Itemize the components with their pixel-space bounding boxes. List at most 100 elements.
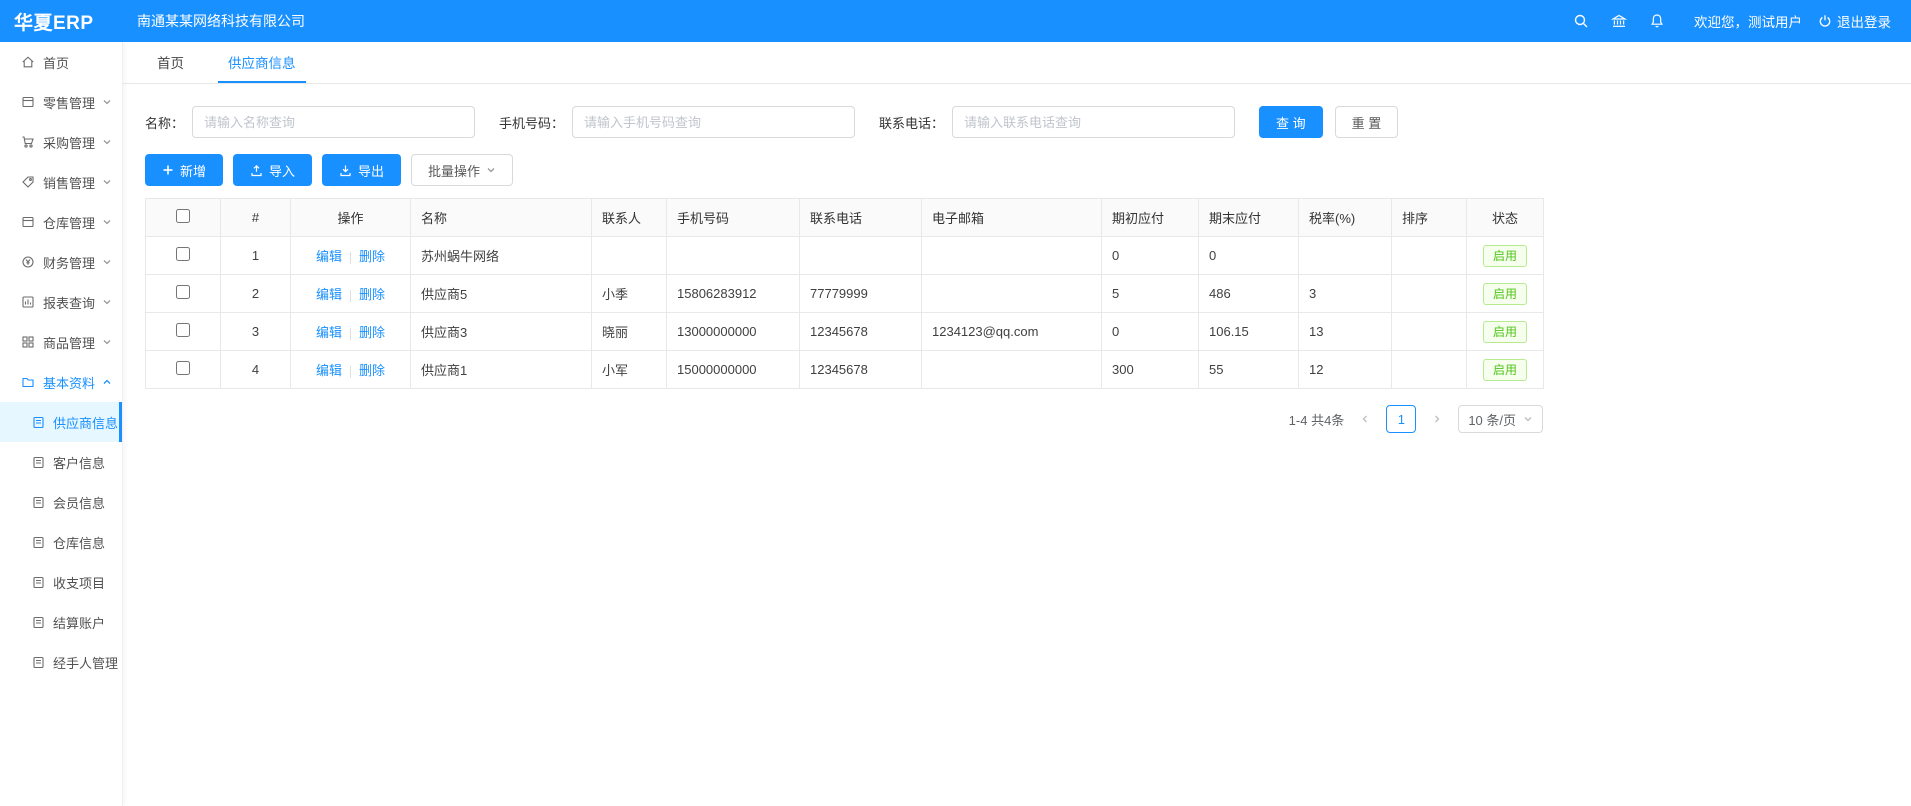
chevron-right-icon [1432, 414, 1442, 424]
row-index: 1 [221, 237, 291, 275]
mobile-filter-input[interactable] [572, 106, 855, 138]
column-header: 联系电话 [800, 199, 922, 237]
chevron-down-icon [102, 97, 112, 107]
chevron-down-icon [102, 137, 112, 147]
sidebar-subitem-account[interactable]: 结算账户 [0, 602, 122, 642]
delete-link[interactable]: 删除 [359, 287, 385, 302]
search-button[interactable]: 查 询 [1259, 106, 1323, 138]
sidebar-subitem-member[interactable]: 会员信息 [0, 482, 122, 522]
sort-cell [1392, 237, 1467, 275]
status-cell: 启用 [1467, 351, 1544, 389]
sidebar-subitem-label: 仓库信息 [53, 533, 105, 552]
sidebar-item-warehouse[interactable]: 仓库管理 [0, 202, 122, 242]
sidebar: 首页零售管理采购管理销售管理仓库管理财务管理报表查询商品管理基本资料供应商信息客… [0, 42, 123, 806]
mobile-filter-group: 手机号码： [499, 106, 855, 138]
row-index: 4 [221, 351, 291, 389]
edit-link[interactable]: 编辑 [316, 325, 342, 340]
action-divider [350, 252, 351, 264]
tab-supplier[interactable]: 供应商信息 [218, 42, 306, 83]
name-filter-label: 名称： [145, 113, 184, 132]
mobile-cell: 15806283912 [667, 275, 800, 313]
row-checkbox[interactable] [176, 247, 190, 261]
top-header: 华夏ERP 南通某某网络科技有限公司 欢迎您，测试用户 退出登录 [0, 0, 1911, 42]
select-all-checkbox[interactable] [176, 209, 190, 223]
name-filter-input[interactable] [192, 106, 475, 138]
telephone-filter-group: 联系电话： [879, 106, 1235, 138]
table-row: 1编辑删除苏州蜗牛网络00启用 [146, 237, 1544, 275]
sidebar-item-home[interactable]: 首页 [0, 42, 122, 82]
sales-icon [21, 175, 35, 189]
organization-icon[interactable] [1600, 0, 1638, 42]
add-button-label: 新增 [180, 161, 206, 180]
end-payable-cell: 55 [1199, 351, 1299, 389]
logout-button[interactable]: 退出登录 [1818, 11, 1891, 31]
sidebar-item-retail[interactable]: 零售管理 [0, 82, 122, 122]
row-checkbox[interactable] [176, 323, 190, 337]
email-cell [922, 237, 1102, 275]
sidebar-subitem-inout-item[interactable]: 收支项目 [0, 562, 122, 602]
telephone-filter-input[interactable] [952, 106, 1235, 138]
warehouse-icon [21, 215, 35, 229]
reset-button[interactable]: 重 置 [1335, 106, 1399, 138]
table-toolbar: 新增 导入 导出 批量操作 [145, 154, 1889, 186]
sidebar-subitem-handler[interactable]: 经手人管理 [0, 642, 122, 682]
table-header: #操作名称联系人手机号码联系电话电子邮箱期初应付期末应付税率(%)排序状态 [146, 199, 1544, 237]
mobile-cell [667, 237, 800, 275]
column-header: 名称 [411, 199, 592, 237]
contact-cell [592, 237, 667, 275]
sidebar-item-purchase[interactable]: 采购管理 [0, 122, 122, 162]
action-divider [350, 328, 351, 340]
sidebar-item-sales[interactable]: 销售管理 [0, 162, 122, 202]
column-header: 排序 [1392, 199, 1467, 237]
add-button[interactable]: 新增 [145, 154, 223, 186]
home-icon [21, 55, 35, 69]
sidebar-subitem-depot[interactable]: 仓库信息 [0, 522, 122, 562]
plus-icon [162, 164, 174, 176]
batch-actions-dropdown[interactable]: 批量操作 [411, 154, 513, 186]
action-divider [350, 366, 351, 378]
sidebar-item-label: 财务管理 [43, 253, 95, 272]
edit-link[interactable]: 编辑 [316, 249, 342, 264]
action-divider [350, 290, 351, 302]
tax-rate-cell: 13 [1299, 313, 1392, 351]
row-checkbox[interactable] [176, 361, 190, 375]
sidebar-subitem-supplier[interactable]: 供应商信息 [0, 402, 122, 442]
purchase-icon [21, 135, 35, 149]
next-page-button[interactable] [1424, 405, 1450, 433]
edit-link[interactable]: 编辑 [316, 287, 342, 302]
sort-cell [1392, 351, 1467, 389]
doc-icon [32, 496, 45, 509]
page-number-button[interactable]: 1 [1386, 405, 1416, 433]
begin-payable-cell: 0 [1102, 237, 1199, 275]
page-size-select[interactable]: 10 条/页 [1458, 405, 1543, 433]
sidebar-item-finance[interactable]: 财务管理 [0, 242, 122, 282]
sidebar-subitem-customer[interactable]: 客户信息 [0, 442, 122, 482]
delete-link[interactable]: 删除 [359, 249, 385, 264]
status-badge: 启用 [1483, 321, 1527, 343]
main-area: 首页供应商信息 名称： 手机号码： 联系电话： 查 询 重 置 [123, 42, 1911, 806]
delete-link[interactable]: 删除 [359, 363, 385, 378]
end-payable-cell: 106.15 [1199, 313, 1299, 351]
contact-cell: 小军 [592, 351, 667, 389]
pagination-total: 1-4 共4条 [1289, 410, 1345, 429]
edit-link[interactable]: 编辑 [316, 363, 342, 378]
notification-bell-icon[interactable] [1638, 0, 1676, 42]
report-icon [21, 295, 35, 309]
filter-bar: 名称： 手机号码： 联系电话： 查 询 重 置 [145, 106, 1889, 138]
chevron-down-icon [102, 177, 112, 187]
import-button[interactable]: 导入 [233, 154, 312, 186]
name-filter-group: 名称： [145, 106, 475, 138]
delete-link[interactable]: 删除 [359, 325, 385, 340]
export-button[interactable]: 导出 [322, 154, 401, 186]
sidebar-item-basic[interactable]: 基本资料 [0, 362, 122, 402]
search-icon[interactable] [1562, 0, 1600, 42]
telephone-cell: 77779999 [800, 275, 922, 313]
sidebar-item-goods[interactable]: 商品管理 [0, 322, 122, 362]
row-select-cell [146, 275, 221, 313]
contact-cell: 小季 [592, 275, 667, 313]
select-all-cell [146, 199, 221, 237]
row-checkbox[interactable] [176, 285, 190, 299]
tab-home[interactable]: 首页 [147, 42, 194, 83]
sidebar-item-report[interactable]: 报表查询 [0, 282, 122, 322]
prev-page-button[interactable] [1352, 405, 1378, 433]
